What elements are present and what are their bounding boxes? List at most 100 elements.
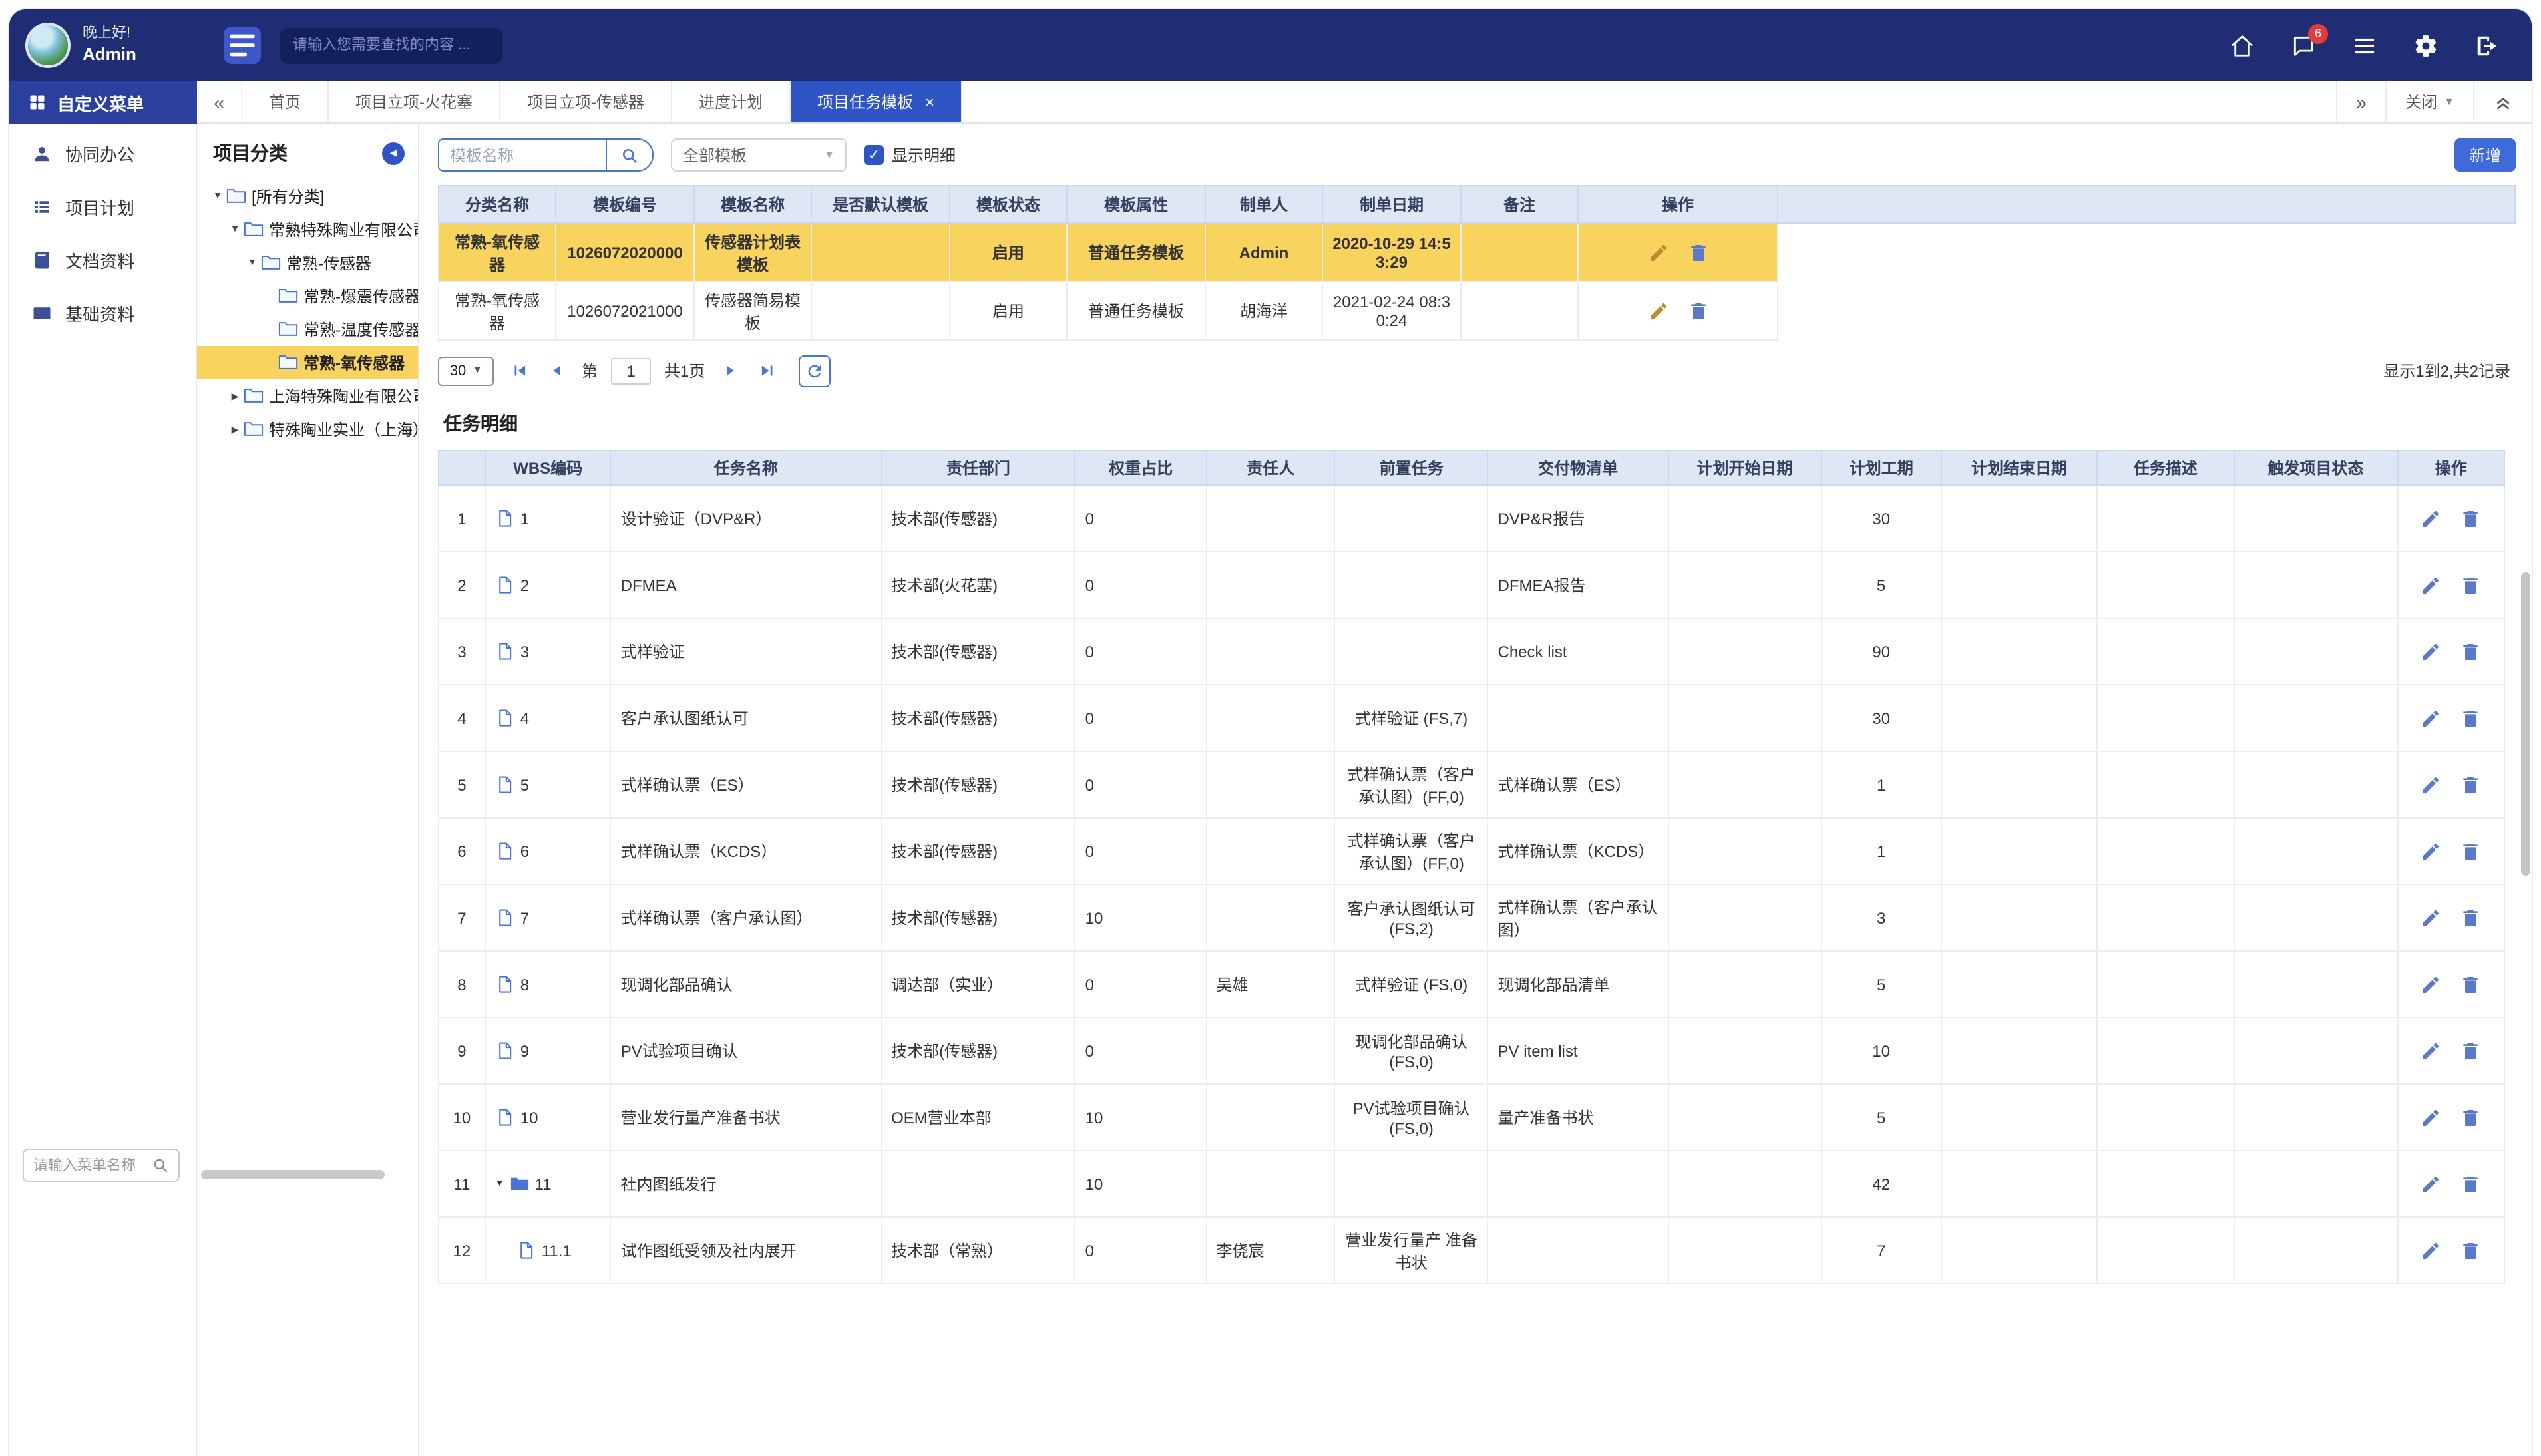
first-page-icon[interactable] bbox=[507, 359, 531, 383]
delete-icon[interactable] bbox=[2460, 707, 2482, 729]
settings-gear-icon[interactable] bbox=[2413, 33, 2439, 58]
template-search-button[interactable] bbox=[606, 138, 654, 172]
sidebar-item-label: 文档资料 bbox=[65, 247, 134, 272]
delete-icon[interactable] bbox=[2460, 974, 2482, 995]
task-row[interactable]: 11▼11社内图纸发行1042 bbox=[439, 1151, 2504, 1217]
tab-3[interactable]: 进度计划 bbox=[672, 81, 791, 122]
task-row[interactable]: 66式样确认票（KCDS）技术部(传感器)0式样确认票（客户承认图）(FF,0)… bbox=[439, 818, 2504, 884]
delete-icon[interactable] bbox=[2460, 907, 2482, 928]
edit-icon[interactable] bbox=[2421, 574, 2442, 596]
tree-expand-icon[interactable]: ▶ bbox=[228, 424, 242, 435]
edit-icon[interactable] bbox=[2421, 1240, 2442, 1261]
tree-expand-icon[interactable]: ▼ bbox=[228, 225, 242, 234]
delete-icon[interactable] bbox=[1687, 300, 1708, 321]
edit-icon[interactable] bbox=[2421, 707, 2442, 729]
edit-icon[interactable] bbox=[2421, 1107, 2442, 1128]
task-row[interactable]: 99PV试验项目确认技术部(传感器)0现调化部品确认(FS,0)PV item … bbox=[439, 1017, 2504, 1084]
task-row[interactable]: 55式样确认票（ES）技术部(传感器)0式样确认票（客户承认图）(FF,0)式样… bbox=[439, 751, 2504, 818]
logout-icon[interactable] bbox=[2474, 33, 2500, 58]
tree-node-6[interactable]: ▶上海特殊陶业有限公司 bbox=[197, 379, 418, 413]
add-template-button[interactable]: 新增 bbox=[2454, 138, 2516, 172]
sidebar-item-2[interactable]: 文档资料 bbox=[9, 236, 196, 283]
edit-icon[interactable] bbox=[2421, 508, 2442, 529]
delete-icon[interactable] bbox=[2460, 1040, 2482, 1061]
edit-icon[interactable] bbox=[1647, 242, 1668, 263]
close-tab-icon[interactable]: × bbox=[925, 94, 934, 110]
custom-menu-header[interactable]: 自定义菜单 bbox=[9, 81, 197, 124]
task-row-number: 10 bbox=[439, 1084, 485, 1151]
task-row[interactable]: 1010营业发行量产准备书状OEM营业本部10PV试验项目确认(FS,0)量产准… bbox=[439, 1084, 2504, 1151]
task-row[interactable]: 88现调化部品确认调达部（实业）0吴雄式样验证 (FS,0)现调化部品清单5 bbox=[439, 951, 2504, 1017]
global-search-input[interactable] bbox=[293, 37, 490, 53]
template-row[interactable]: 常熟-氧传感器1026072020000传感器计划表模板启用普通任务模板Admi… bbox=[439, 223, 2515, 281]
tree-node-4[interactable]: 常熟-温度传感器 bbox=[197, 313, 418, 346]
delete-icon[interactable] bbox=[2460, 574, 2482, 596]
template-name-input[interactable] bbox=[438, 138, 606, 172]
tree-expand-icon[interactable]: ▼ bbox=[495, 1179, 504, 1188]
menu-search[interactable] bbox=[23, 1149, 180, 1182]
sidebar-item-0[interactable]: 协同办公 bbox=[9, 129, 196, 177]
task-row[interactable]: 77式样确认票（客户承认图）技术部(传感器)10客户承认图纸认可(FS,2)式样… bbox=[439, 884, 2504, 951]
delete-icon[interactable] bbox=[2460, 641, 2482, 662]
edit-icon[interactable] bbox=[2421, 974, 2442, 995]
tree-node-3[interactable]: 常熟-爆震传感器 bbox=[197, 279, 418, 313]
panel-collapse-icon[interactable]: ◀ bbox=[382, 142, 405, 164]
task-row[interactable]: 22DFMEA技术部(火花塞)0DFMEA报告5 bbox=[439, 552, 2504, 618]
sidebar-item-3[interactable]: 基础资料 bbox=[9, 289, 196, 337]
edit-icon[interactable] bbox=[1647, 300, 1668, 321]
tree-node-1[interactable]: ▼常熟特殊陶业有限公司 bbox=[197, 213, 418, 246]
tree-node-2[interactable]: ▼常熟-传感器 bbox=[197, 246, 418, 279]
edit-icon[interactable] bbox=[2421, 907, 2442, 928]
sidebar-toggle-button[interactable] bbox=[224, 27, 261, 64]
checkbox-checked-icon[interactable] bbox=[864, 145, 884, 165]
edit-icon[interactable] bbox=[2421, 840, 2442, 862]
messages-icon[interactable]: 6 bbox=[2291, 33, 2316, 58]
task-row[interactable]: 1211.1试作图纸受领及社内展开技术部（常熟）0李侥宸营业发行量产 准备书状7 bbox=[439, 1217, 2504, 1284]
page-number-input[interactable] bbox=[611, 357, 651, 384]
menu-icon[interactable] bbox=[2352, 33, 2377, 58]
menu-search-input[interactable] bbox=[33, 1157, 152, 1173]
tree-expand-icon[interactable]: ▶ bbox=[228, 391, 242, 401]
prev-page-icon[interactable] bbox=[544, 359, 568, 383]
delete-icon[interactable] bbox=[1687, 242, 1708, 263]
tab-4[interactable]: 项目任务模板× bbox=[791, 81, 962, 122]
close-tabs-dropdown[interactable]: 关闭 ▼ bbox=[2385, 81, 2473, 122]
tree-expand-icon[interactable]: ▼ bbox=[210, 192, 225, 201]
edit-icon[interactable] bbox=[2421, 1173, 2442, 1194]
refresh-button[interactable] bbox=[798, 355, 830, 387]
edit-icon[interactable] bbox=[2421, 641, 2442, 662]
edit-icon[interactable] bbox=[2421, 774, 2442, 795]
edit-icon[interactable] bbox=[2421, 1040, 2442, 1061]
home-icon[interactable] bbox=[2230, 33, 2255, 58]
page-size-select[interactable]: 30 ▼ bbox=[438, 356, 494, 385]
sidebar-item-1[interactable]: 项目计划 bbox=[9, 182, 196, 230]
last-page-icon[interactable] bbox=[755, 359, 779, 383]
tab-0[interactable]: 首页 bbox=[242, 81, 329, 122]
delete-icon[interactable] bbox=[2460, 508, 2482, 529]
show-detail-toggle[interactable]: 显示明细 bbox=[864, 144, 956, 166]
avatar[interactable] bbox=[25, 23, 71, 68]
global-search[interactable] bbox=[280, 27, 503, 63]
tabs-scroll-right-icon[interactable]: » bbox=[2337, 81, 2386, 122]
tree-expand-icon[interactable]: ▼ bbox=[245, 258, 260, 268]
next-page-icon[interactable] bbox=[718, 359, 742, 383]
tabs-scroll-left-icon[interactable]: « bbox=[197, 81, 242, 122]
vertical-scrollbar[interactable] bbox=[2521, 572, 2530, 876]
tree-node-7[interactable]: ▶特殊陶业实业（上海）有限公司 bbox=[197, 413, 418, 446]
template-type-select[interactable]: 全部模板 ▼ bbox=[671, 138, 847, 172]
collapse-tabs-icon[interactable] bbox=[2473, 81, 2532, 122]
tree-horizontal-scrollbar[interactable] bbox=[201, 1170, 385, 1179]
task-row[interactable]: 44客户承认图纸认可技术部(传感器)0式样验证 (FS,7)30 bbox=[439, 685, 2504, 751]
delete-icon[interactable] bbox=[2460, 840, 2482, 862]
delete-icon[interactable] bbox=[2460, 1240, 2482, 1261]
tab-2[interactable]: 项目立项-传感器 bbox=[500, 81, 672, 122]
delete-icon[interactable] bbox=[2460, 1107, 2482, 1128]
tree-node-0[interactable]: ▼[所有分类] bbox=[197, 180, 418, 213]
template-row[interactable]: 常熟-氧传感器1026072021000传感器简易模板启用普通任务模板胡海洋20… bbox=[439, 281, 2515, 340]
tab-1[interactable]: 项目立项-火花塞 bbox=[329, 81, 500, 122]
delete-icon[interactable] bbox=[2460, 774, 2482, 795]
task-row[interactable]: 11设计验证（DVP&R）技术部(传感器)0DVP&R报告30 bbox=[439, 485, 2504, 552]
tree-node-5[interactable]: 常熟-氧传感器 bbox=[197, 346, 418, 379]
delete-icon[interactable] bbox=[2460, 1173, 2482, 1194]
task-row[interactable]: 33式样验证技术部(传感器)0Check list90 bbox=[439, 618, 2504, 685]
